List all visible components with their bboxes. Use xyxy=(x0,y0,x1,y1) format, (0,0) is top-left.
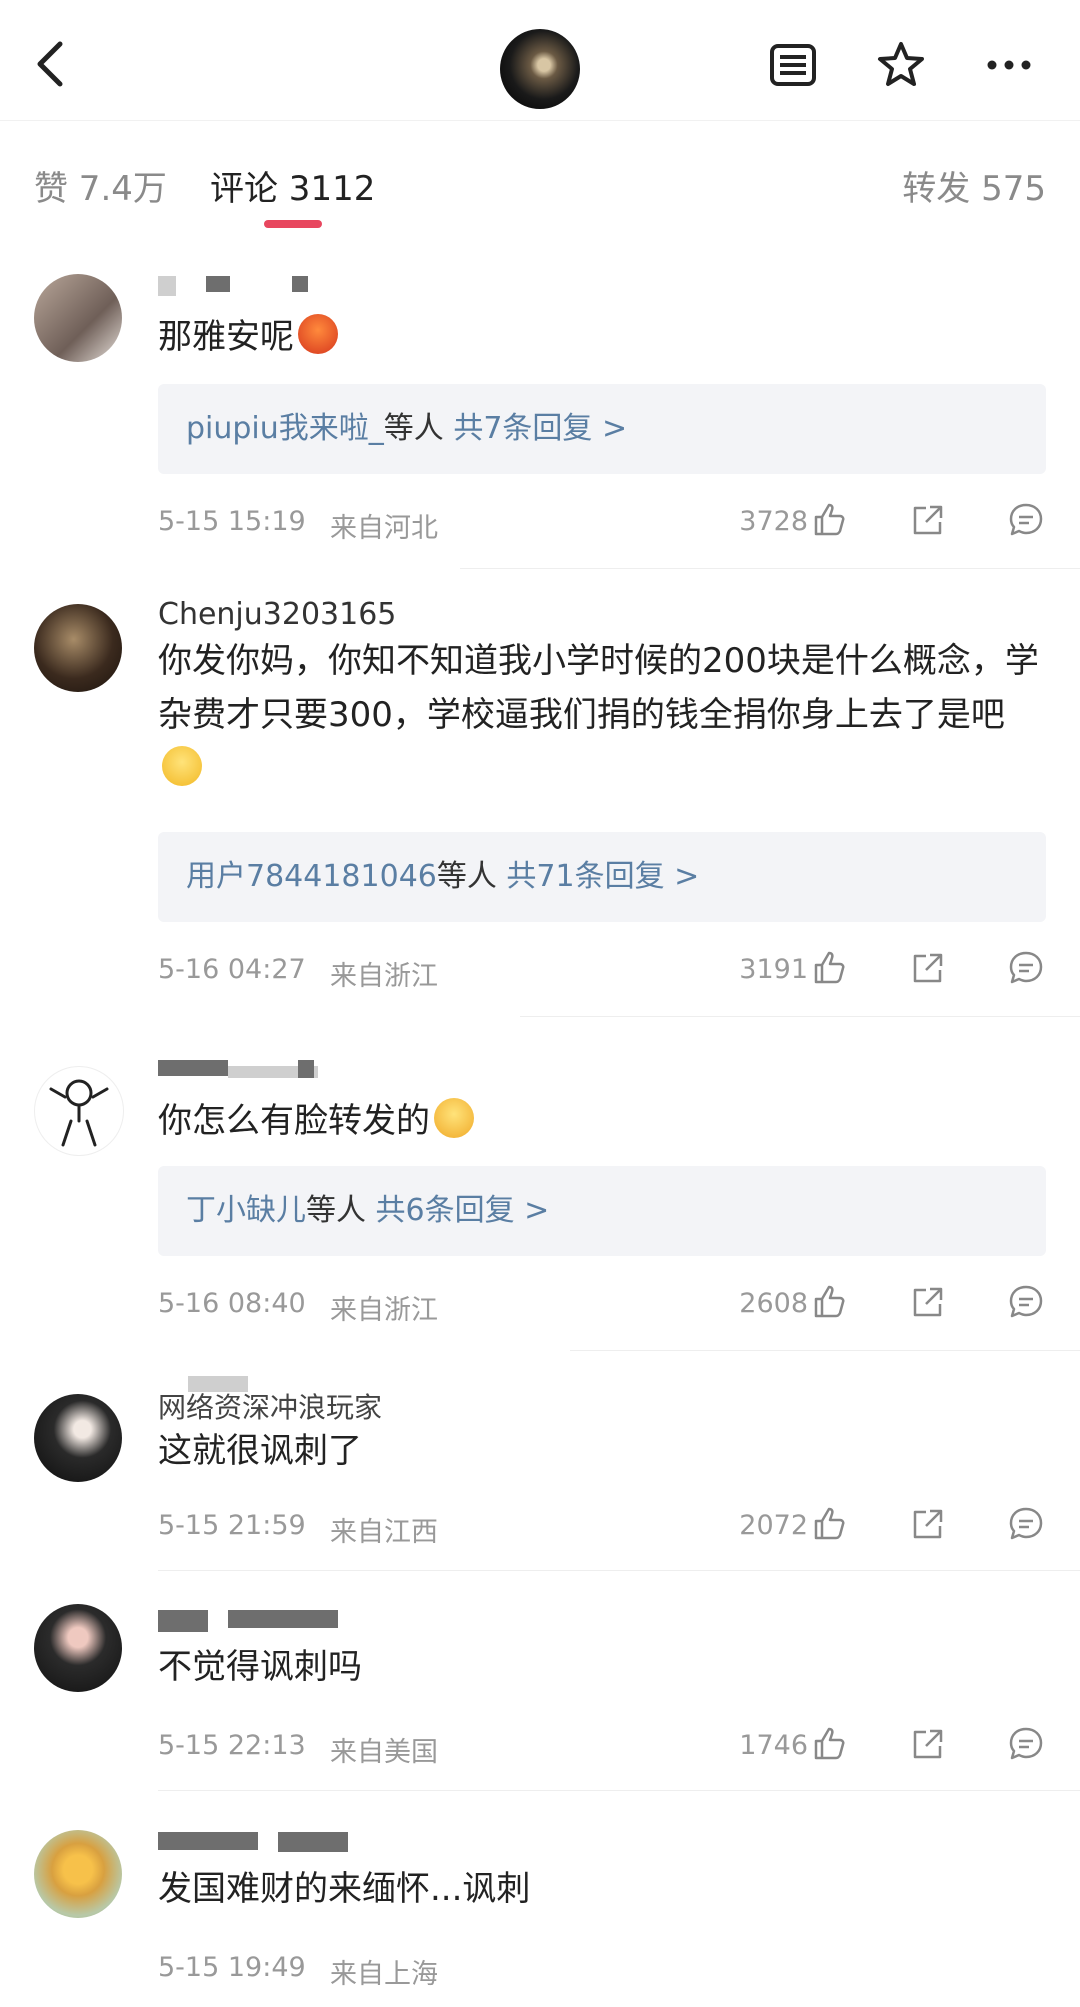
comment-icon[interactable] xyxy=(1006,500,1046,540)
article-icon[interactable] xyxy=(768,40,818,90)
comment-meta: 5-15 15:19 来自河北 3728 xyxy=(158,503,1046,546)
more-icon[interactable] xyxy=(984,40,1034,90)
username-blurred[interactable] xyxy=(158,1828,418,1858)
divider xyxy=(158,1570,1080,1571)
comment-text: 那雅安呢 xyxy=(158,310,1046,364)
comment-location: 来自上海 xyxy=(330,1959,438,1990)
tab-reposts[interactable]: 转发 575 xyxy=(902,161,1046,210)
replies-summary[interactable]: 用户7844181046等人 共71条回复 > xyxy=(158,832,1046,922)
like-count: 2608 xyxy=(739,1288,808,1319)
comment-icon[interactable] xyxy=(1006,1504,1046,1544)
author-avatar[interactable] xyxy=(500,29,580,109)
comment-date: 5-15 22:13 xyxy=(158,1730,306,1761)
comment-meta: 5-15 22:13 来自美国 1746 xyxy=(158,1727,1046,1770)
thumbs-up-icon[interactable] xyxy=(810,948,850,988)
avatar[interactable] xyxy=(34,604,122,692)
replies-summary[interactable]: piupiu我来啦_等人 共7条回复 > xyxy=(158,384,1046,474)
angry-emoji xyxy=(298,314,338,354)
comment-text: 这就很讽刺了 xyxy=(158,1431,362,1471)
top-bar xyxy=(0,0,1080,120)
avatar[interactable] xyxy=(34,1394,122,1482)
thumbs-up-icon[interactable] xyxy=(810,500,850,540)
comment-text: 你发你妈，你知不知道我小学时候的200块是什么概念，学杂费才只要300，学校逼我… xyxy=(158,634,1046,796)
like-count: 1746 xyxy=(739,1730,808,1761)
username-blurred[interactable] xyxy=(158,270,358,300)
smile-emoji xyxy=(162,746,202,786)
username-blurred[interactable] xyxy=(158,1606,378,1636)
divider xyxy=(460,568,1080,569)
share-icon[interactable] xyxy=(908,500,948,540)
blush-emoji xyxy=(434,1098,474,1138)
comment-date: 5-15 19:49 xyxy=(158,1952,306,1983)
comment-location: 来自河北 xyxy=(330,513,438,544)
comment-icon[interactable] xyxy=(1006,1282,1046,1322)
replies-summary[interactable]: 丁小缺儿等人 共6条回复 > xyxy=(158,1166,1046,1256)
comment-meta: 5-16 04:27 来自浙江 3191 xyxy=(158,951,1046,994)
share-icon[interactable] xyxy=(908,1282,948,1322)
comment-icon[interactable] xyxy=(1006,1724,1046,1764)
comment-date: 5-15 15:19 xyxy=(158,506,306,537)
comment-text: 不觉得讽刺吗 xyxy=(158,1647,362,1687)
username-blurred[interactable] xyxy=(158,1056,358,1086)
thumbs-up-icon[interactable] xyxy=(810,1724,850,1764)
share-icon[interactable] xyxy=(908,1504,948,1544)
username[interactable]: Chenju3203165 xyxy=(158,600,458,630)
avatar[interactable] xyxy=(34,274,122,362)
thumbs-up-icon[interactable] xyxy=(810,1504,850,1544)
like-count: 2072 xyxy=(739,1510,808,1541)
comment-meta: 5-15 21:59 来自江西 2072 xyxy=(158,1507,1046,1550)
username[interactable]: 网络资深冲浪玩家 xyxy=(158,1376,478,1424)
chevron-left-icon[interactable] xyxy=(30,38,74,90)
comment-location: 来自浙江 xyxy=(330,961,438,992)
comment-text: 发国难财的来缅怀...讽刺 xyxy=(158,1869,531,1909)
tab-comments[interactable]: 评论 3112 xyxy=(210,161,375,210)
avatar[interactable] xyxy=(34,1830,122,1918)
tab-likes[interactable]: 赞 7.4万 xyxy=(34,161,167,210)
thumbs-up-icon[interactable] xyxy=(810,1282,850,1322)
comment-meta: 5-15 19:49 来自上海 xyxy=(158,1952,1046,1992)
comment-meta: 5-16 08:40 来自浙江 2608 xyxy=(158,1285,1046,1328)
like-count: 3728 xyxy=(739,506,808,537)
share-icon[interactable] xyxy=(908,948,948,988)
comment-icon[interactable] xyxy=(1006,948,1046,988)
comment-date: 5-15 21:59 xyxy=(158,1510,306,1541)
active-tab-indicator xyxy=(264,220,322,228)
comment-date: 5-16 08:40 xyxy=(158,1288,306,1319)
comment-text: 你怎么有脸转发的 xyxy=(158,1094,1046,1148)
comment-location: 来自浙江 xyxy=(330,1295,438,1326)
comment-location: 来自江西 xyxy=(330,1517,438,1548)
avatar[interactable] xyxy=(34,1604,122,1692)
tab-bar: 赞 7.4万 评论 3112 转发 575 xyxy=(0,120,1080,241)
divider xyxy=(570,1350,1080,1351)
divider xyxy=(158,1790,1080,1791)
comment-location: 来自美国 xyxy=(330,1737,438,1768)
comment-date: 5-16 04:27 xyxy=(158,954,306,985)
divider xyxy=(520,1016,1080,1017)
avatar[interactable] xyxy=(34,1066,124,1156)
like-count: 3191 xyxy=(739,954,808,985)
star-icon[interactable] xyxy=(876,40,926,90)
share-icon[interactable] xyxy=(908,1724,948,1764)
